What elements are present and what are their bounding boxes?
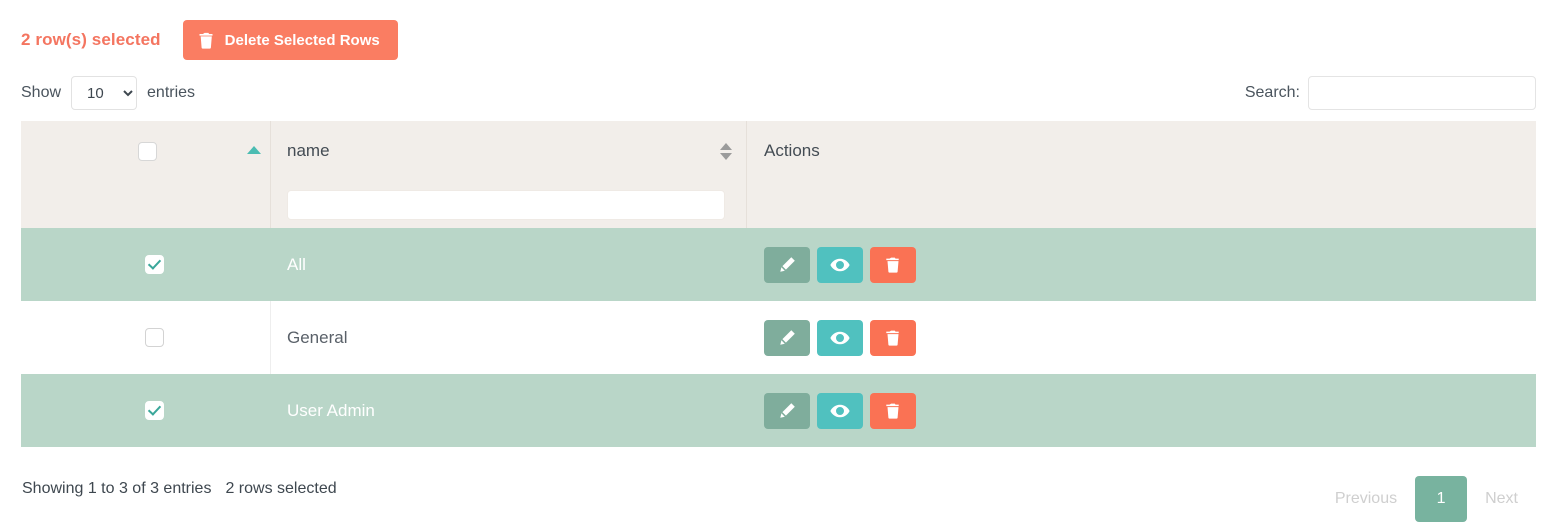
sort-asc-icon — [247, 146, 261, 154]
row-select-cell[interactable] — [21, 301, 270, 374]
column-header-actions-label: Actions — [764, 141, 820, 160]
row-actions-cell — [746, 301, 1536, 374]
delete-row-button[interactable] — [870, 392, 916, 429]
table-controls: Show 10 entries Search: — [0, 60, 1553, 115]
search-control: Search: — [1245, 76, 1536, 110]
entries-label: entries — [147, 84, 196, 101]
page-length-select[interactable]: 10 — [71, 76, 138, 110]
column-divider — [746, 181, 747, 228]
delete-row-button[interactable] — [870, 319, 916, 356]
filter-cell-select — [21, 181, 270, 228]
select-all-checkbox[interactable] — [138, 141, 157, 161]
row-name-label: User Admin — [287, 400, 375, 420]
filter-cell-actions — [746, 181, 1536, 228]
bulk-action-bar: 2 row(s) selected Delete Selected Rows — [0, 0, 1553, 60]
row-name-cell: All — [270, 228, 746, 301]
table-body: All General User Admin — [21, 228, 1536, 447]
row-action-buttons — [764, 319, 916, 356]
row-checkbox[interactable] — [145, 255, 164, 274]
show-label: Show — [21, 84, 62, 101]
filter-cell-name — [270, 181, 746, 228]
column-divider — [270, 301, 271, 374]
table-row[interactable]: General — [21, 301, 1536, 374]
data-table: name Actions All General User Admin — [21, 121, 1536, 447]
eye-icon — [830, 331, 850, 345]
eye-icon — [830, 404, 850, 418]
column-filter-row — [21, 181, 1536, 228]
table-row[interactable]: All — [21, 228, 1536, 301]
row-action-buttons — [764, 246, 916, 283]
trash-icon — [199, 32, 214, 49]
column-divider — [270, 228, 271, 301]
table-header-row: name Actions — [21, 121, 1536, 181]
pencil-icon — [779, 329, 796, 346]
edit-row-button[interactable] — [764, 319, 810, 356]
row-actions-cell — [746, 228, 1536, 301]
table-row[interactable]: User Admin — [21, 374, 1536, 447]
table-info: Showing 1 to 3 of 3 entries 2 rows selec… — [0, 466, 337, 498]
row-action-buttons — [764, 392, 916, 429]
pencil-icon — [779, 402, 796, 419]
table-header: name Actions — [21, 121, 1536, 228]
view-row-button[interactable] — [817, 319, 863, 356]
row-name-cell: General — [270, 301, 746, 374]
pagination: Previous 1 Next — [1317, 466, 1553, 522]
row-checkbox[interactable] — [145, 401, 164, 420]
column-header-name-label: name — [287, 141, 330, 160]
search-label: Search: — [1244, 84, 1300, 101]
data-table-container: name Actions All General User Admin — [21, 121, 1536, 451]
entries-info-label: Showing 1 to 3 of 3 entries — [22, 480, 212, 497]
view-row-button[interactable] — [817, 392, 863, 429]
pencil-icon — [779, 256, 796, 273]
pagination-previous-button[interactable]: Previous — [1317, 477, 1415, 521]
row-name-label: All — [287, 254, 306, 274]
delete-selected-rows-label: Delete Selected Rows — [224, 31, 380, 49]
row-select-cell[interactable] — [21, 374, 270, 447]
view-row-button[interactable] — [817, 246, 863, 283]
edit-row-button[interactable] — [764, 392, 810, 429]
row-checkbox[interactable] — [145, 328, 164, 347]
name-column-filter-input[interactable] — [287, 189, 725, 220]
length-control: Show 10 entries — [21, 76, 195, 110]
column-header-select[interactable] — [21, 121, 270, 181]
eye-icon — [830, 258, 850, 272]
column-divider — [270, 121, 271, 181]
trash-icon — [886, 330, 900, 346]
column-divider — [270, 181, 271, 228]
delete-row-button[interactable] — [870, 246, 916, 283]
column-divider — [270, 374, 271, 447]
trash-icon — [886, 257, 900, 273]
row-select-cell[interactable] — [21, 228, 270, 301]
delete-selected-rows-button[interactable]: Delete Selected Rows — [182, 20, 398, 60]
selected-rows-info-label: 2 rows selected — [225, 480, 337, 497]
table-footer: Showing 1 to 3 of 3 entries 2 rows selec… — [0, 466, 1553, 522]
trash-icon — [886, 403, 900, 419]
edit-row-button[interactable] — [764, 246, 810, 283]
pagination-next-button[interactable]: Next — [1467, 477, 1536, 521]
row-name-label: General — [287, 327, 348, 347]
column-header-actions: Actions — [746, 121, 1536, 181]
pagination-page-1-button[interactable]: 1 — [1415, 476, 1468, 522]
search-input[interactable] — [1308, 76, 1536, 110]
selected-count-label: 2 row(s) selected — [21, 30, 161, 49]
row-actions-cell — [746, 374, 1536, 447]
row-name-cell: User Admin — [270, 374, 746, 447]
sort-both-icon — [720, 143, 732, 161]
column-divider — [746, 121, 747, 181]
column-header-name[interactable]: name — [270, 121, 746, 181]
